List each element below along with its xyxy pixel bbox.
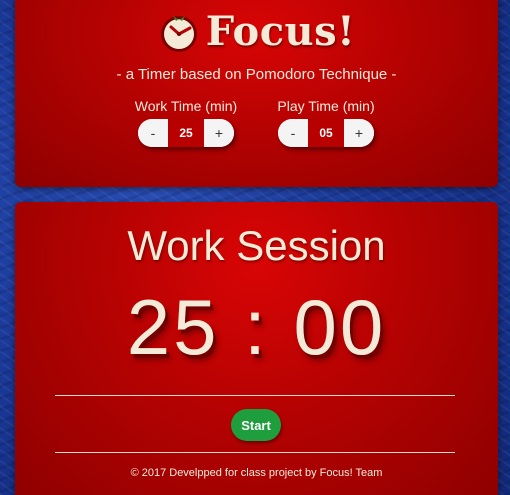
tomato-clock-icon	[160, 15, 197, 52]
session-title: Work Session	[127, 222, 386, 269]
divider-top	[55, 395, 455, 396]
play-time-label: Play Time (min)	[277, 98, 375, 114]
app-header: Focus!	[15, 8, 498, 55]
play-time-setting: Play Time (min) - 05 +	[274, 98, 378, 147]
divider-bottom	[55, 452, 455, 453]
work-time-increment-button[interactable]: +	[204, 119, 234, 147]
work-time-value: 25	[168, 119, 204, 147]
work-time-stepper: - 25 +	[138, 119, 234, 147]
play-time-decrement-button[interactable]: -	[278, 119, 308, 147]
play-time-increment-button[interactable]: +	[344, 119, 374, 147]
play-time-stepper: - 05 +	[278, 119, 374, 147]
play-time-value: 05	[308, 119, 344, 147]
work-time-label: Work Time (min)	[134, 98, 238, 114]
work-time-setting: Work Time (min) - 25 +	[134, 98, 238, 147]
start-button[interactable]: Start	[231, 409, 281, 441]
settings-panel: Focus! - a Timer based on Pomodoro Techn…	[15, 0, 498, 187]
timer-panel: Work Session 25 : 00 Start © 2017 Develp…	[15, 202, 498, 495]
work-time-decrement-button[interactable]: -	[138, 119, 168, 147]
app-title: Focus!	[205, 8, 356, 55]
footer-credit: © 2017 Develpped for class project by Fo…	[130, 467, 383, 479]
app-subtitle: - a Timer based on Pomodoro Technique -	[116, 66, 397, 83]
countdown-display: 25 : 00	[126, 283, 387, 371]
